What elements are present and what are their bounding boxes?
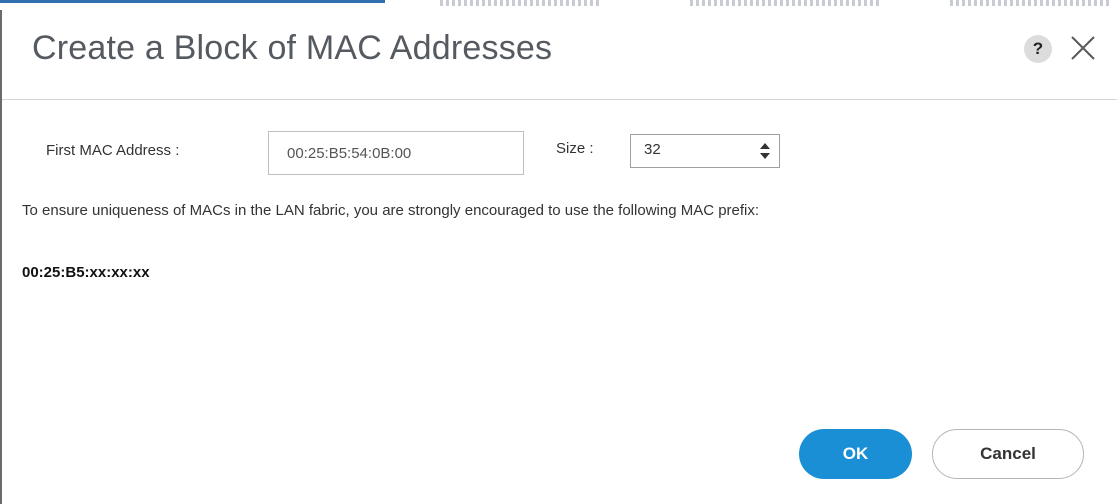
size-label: Size :: [556, 140, 594, 157]
dialog-header: Create a Block of MAC Addresses ?: [32, 27, 1112, 75]
background-page: [0, 0, 1119, 10]
background-text-fragment: [440, 0, 600, 6]
ok-button[interactable]: OK: [799, 429, 912, 479]
help-button[interactable]: ?: [1024, 35, 1052, 63]
background-accent-bar: [0, 0, 385, 3]
size-value: 32: [644, 141, 661, 158]
first-mac-address-label: First MAC Address :: [46, 142, 180, 159]
close-icon: [1071, 36, 1095, 60]
mac-prefix-recommendation-text: To ensure uniqueness of MACs in the LAN …: [22, 202, 760, 219]
dialog-title: Create a Block of MAC Addresses: [32, 29, 553, 67]
size-stepper[interactable]: 32: [630, 134, 780, 168]
up-down-arrows-icon[interactable]: [759, 142, 771, 160]
question-mark-icon: ?: [1032, 39, 1044, 58]
background-text-fragment: [950, 0, 1110, 6]
header-divider: [2, 99, 1117, 100]
create-mac-block-dialog: Create a Block of MAC Addresses ? First …: [0, 10, 1117, 504]
first-mac-address-input[interactable]: [268, 131, 524, 175]
close-button[interactable]: [1062, 29, 1102, 69]
cancel-button[interactable]: Cancel: [932, 429, 1084, 479]
background-text-fragment: [690, 0, 880, 6]
recommended-mac-prefix: 00:25:B5:xx:xx:xx: [22, 264, 150, 281]
